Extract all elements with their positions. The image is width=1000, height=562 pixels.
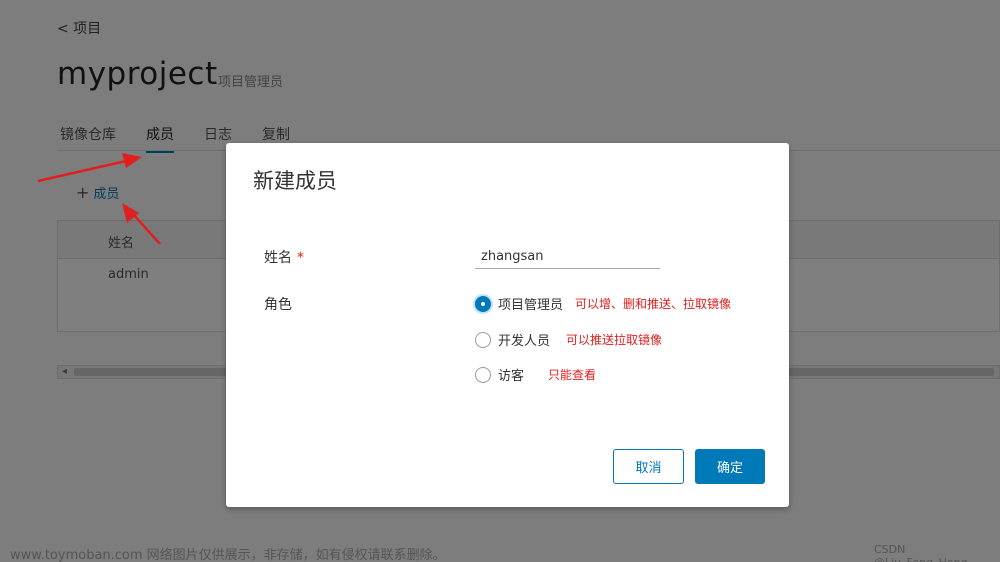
required-mark: * — [297, 250, 304, 266]
radio-unchecked-icon[interactable] — [475, 366, 491, 383]
name-label-text: 姓名 — [264, 250, 292, 266]
confirm-button[interactable]: 确定 — [695, 449, 765, 484]
credit-text: CSDN @Liu_Feng_Hong — [874, 543, 968, 562]
role-label: 开发人员 — [498, 334, 551, 349]
name-field-label: 姓名 * — [264, 247, 304, 267]
radio-unchecked-icon[interactable] — [475, 331, 491, 348]
radio-checked-icon[interactable] — [475, 295, 491, 312]
dialog-title: 新建成员 — [253, 169, 337, 193]
cancel-button[interactable]: 取消 — [613, 449, 684, 484]
watermark-text: www.toymoban.com 网络图片仅供展示，非存储，如有侵权请联系删除。 — [10, 548, 446, 562]
role-option-guest[interactable]: 访客 只能查看 — [475, 365, 596, 384]
role-annotation: 可以推送拉取镜像 — [566, 333, 663, 347]
role-label: 项目管理员 — [498, 298, 564, 313]
new-member-dialog: 新建成员 姓名 * 角色 项目管理员 可以增、删和推送、拉取镜像 开发人员 可以推… — [226, 143, 789, 507]
role-field-label: 角色 — [264, 297, 292, 313]
role-label: 访客 — [498, 369, 525, 384]
role-option-developer[interactable]: 开发人员 可以推送拉取镜像 — [475, 330, 662, 349]
role-annotation: 可以增、删和推送、拉取镜像 — [575, 297, 732, 311]
role-option-project-admin[interactable]: 项目管理员 可以增、删和推送、拉取镜像 — [475, 294, 731, 313]
role-annotation: 只能查看 — [548, 368, 597, 382]
member-name-input[interactable] — [475, 245, 660, 269]
